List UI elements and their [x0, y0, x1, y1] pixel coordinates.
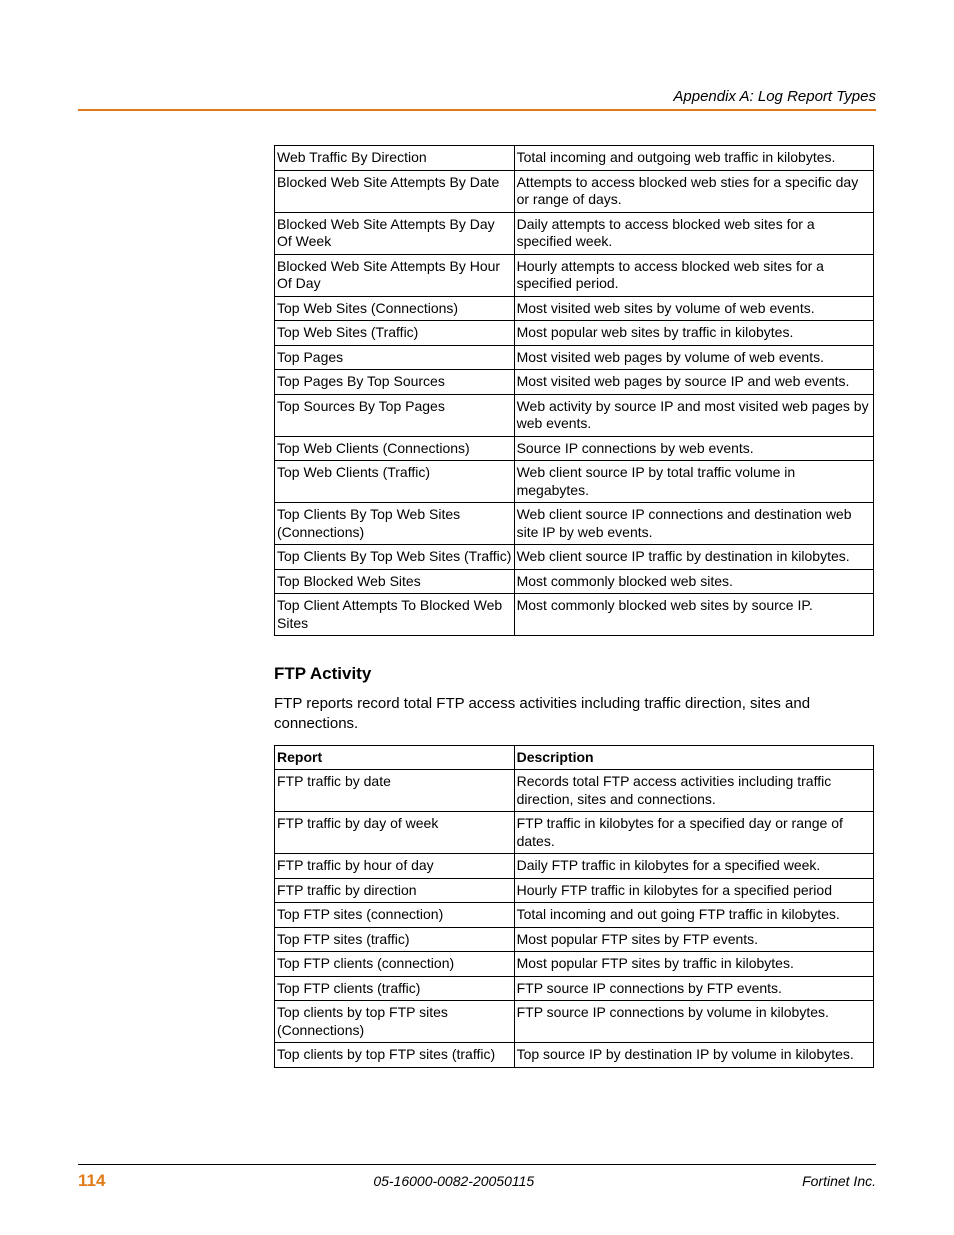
table-row: Blocked Web Site Attempts By Hour Of Day… — [275, 254, 874, 296]
header-title: Appendix A: Log Report Types — [78, 88, 876, 105]
report-cell: Top clients by top FTP sites (Connection… — [275, 1001, 515, 1043]
table-header-row: Report Description — [275, 745, 874, 770]
desc-cell: Most visited web pages by volume of web … — [514, 345, 873, 370]
table-row: FTP traffic by hour of dayDaily FTP traf… — [275, 854, 874, 879]
desc-cell: Attempts to access blocked web sties for… — [514, 170, 873, 212]
report-cell: Top FTP clients (traffic) — [275, 976, 515, 1001]
ftp-activity-heading: FTP Activity — [274, 664, 874, 684]
table-row: Top Pages By Top SourcesMost visited web… — [275, 370, 874, 395]
report-cell: Top Web Sites (Traffic) — [275, 321, 515, 346]
report-cell: Web Traffic By Direction — [275, 146, 515, 171]
report-cell: Top Web Sites (Connections) — [275, 296, 515, 321]
table-row: Top Clients By Top Web Sites (Traffic)We… — [275, 545, 874, 570]
table-row: Top Sources By Top PagesWeb activity by … — [275, 394, 874, 436]
desc-cell: Most commonly blocked web sites by sourc… — [514, 594, 873, 636]
desc-cell: Records total FTP access activities incl… — [514, 770, 873, 812]
report-cell: Top Web Clients (Traffic) — [275, 461, 515, 503]
desc-cell: FTP source IP connections by volume in k… — [514, 1001, 873, 1043]
report-cell: Blocked Web Site Attempts By Date — [275, 170, 515, 212]
table-row: Blocked Web Site Attempts By Day Of Week… — [275, 212, 874, 254]
page-content: Web Traffic By DirectionTotal incoming a… — [274, 145, 874, 1068]
report-cell: Top Clients By Top Web Sites (Connection… — [275, 503, 515, 545]
report-cell: Top Pages — [275, 345, 515, 370]
desc-cell: Most visited web sites by volume of web … — [514, 296, 873, 321]
table-row: Top Web Clients (Connections)Source IP c… — [275, 436, 874, 461]
report-cell: Top Web Clients (Connections) — [275, 436, 515, 461]
footer-doc-id: 05-16000-0082-20050115 — [373, 1173, 534, 1189]
report-cell: FTP traffic by direction — [275, 878, 515, 903]
desc-cell: FTP traffic in kilobytes for a specified… — [514, 812, 873, 854]
desc-cell: Hourly FTP traffic in kilobytes for a sp… — [514, 878, 873, 903]
desc-cell: Most visited web pages by source IP and … — [514, 370, 873, 395]
desc-cell: Most popular web sites by traffic in kil… — [514, 321, 873, 346]
table-row: Top Blocked Web SitesMost commonly block… — [275, 569, 874, 594]
report-cell: Top FTP sites (traffic) — [275, 927, 515, 952]
desc-cell: Source IP connections by web events. — [514, 436, 873, 461]
report-cell: FTP traffic by hour of day — [275, 854, 515, 879]
report-cell: Blocked Web Site Attempts By Hour Of Day — [275, 254, 515, 296]
table-row: FTP traffic by day of weekFTP traffic in… — [275, 812, 874, 854]
desc-cell: Daily FTP traffic in kilobytes for a spe… — [514, 854, 873, 879]
desc-cell: Top source IP by destination IP by volum… — [514, 1043, 873, 1068]
web-activity-table: Web Traffic By DirectionTotal incoming a… — [274, 145, 874, 636]
page-footer: 114 05-16000-0082-20050115 Fortinet Inc. — [78, 1164, 876, 1191]
table-row: Blocked Web Site Attempts By DateAttempt… — [275, 170, 874, 212]
report-cell: FTP traffic by date — [275, 770, 515, 812]
desc-cell: Total incoming and out going FTP traffic… — [514, 903, 873, 928]
table-row: Top FTP clients (traffic)FTP source IP c… — [275, 976, 874, 1001]
report-cell: Top Blocked Web Sites — [275, 569, 515, 594]
report-cell: Top Client Attempts To Blocked Web Sites — [275, 594, 515, 636]
page-header: Appendix A: Log Report Types — [78, 88, 876, 111]
table-row: Top Web Sites (Connections)Most visited … — [275, 296, 874, 321]
header-report: Report — [275, 745, 515, 770]
report-cell: Top Pages By Top Sources — [275, 370, 515, 395]
table-row: Web Traffic By DirectionTotal incoming a… — [275, 146, 874, 171]
report-cell: Top clients by top FTP sites (traffic) — [275, 1043, 515, 1068]
desc-cell: Hourly attempts to access blocked web si… — [514, 254, 873, 296]
desc-cell: Web client source IP by total traffic vo… — [514, 461, 873, 503]
table-row: Top Client Attempts To Blocked Web Sites… — [275, 594, 874, 636]
desc-cell: Most popular FTP sites by FTP events. — [514, 927, 873, 952]
report-cell: Blocked Web Site Attempts By Day Of Week — [275, 212, 515, 254]
desc-cell: Most commonly blocked web sites. — [514, 569, 873, 594]
footer-company: Fortinet Inc. — [802, 1173, 876, 1189]
ftp-activity-intro: FTP reports record total FTP access acti… — [274, 694, 874, 735]
desc-cell: Web client source IP connections and des… — [514, 503, 873, 545]
report-cell: Top Clients By Top Web Sites (Traffic) — [275, 545, 515, 570]
table-row: Top FTP clients (connection)Most popular… — [275, 952, 874, 977]
desc-cell: Daily attempts to access blocked web sit… — [514, 212, 873, 254]
table-row: Top clients by top FTP sites (traffic)To… — [275, 1043, 874, 1068]
table-row: Top Web Clients (Traffic)Web client sour… — [275, 461, 874, 503]
document-page: Appendix A: Log Report Types Web Traffic… — [0, 0, 954, 1235]
table-row: Top FTP sites (traffic)Most popular FTP … — [275, 927, 874, 952]
desc-cell: Web activity by source IP and most visit… — [514, 394, 873, 436]
report-cell: Top Sources By Top Pages — [275, 394, 515, 436]
page-number: 114 — [78, 1171, 105, 1191]
table-row: Top PagesMost visited web pages by volum… — [275, 345, 874, 370]
desc-cell: FTP source IP connections by FTP events. — [514, 976, 873, 1001]
report-cell: Top FTP sites (connection) — [275, 903, 515, 928]
ftp-activity-table: Report Description FTP traffic by dateRe… — [274, 745, 874, 1068]
table-row: Top clients by top FTP sites (Connection… — [275, 1001, 874, 1043]
desc-cell: Web client source IP traffic by destinat… — [514, 545, 873, 570]
table-row: Top FTP sites (connection)Total incoming… — [275, 903, 874, 928]
desc-cell: Most popular FTP sites by traffic in kil… — [514, 952, 873, 977]
report-cell: FTP traffic by day of week — [275, 812, 515, 854]
table-row: Top Clients By Top Web Sites (Connection… — [275, 503, 874, 545]
desc-cell: Total incoming and outgoing web traffic … — [514, 146, 873, 171]
table-row: FTP traffic by dateRecords total FTP acc… — [275, 770, 874, 812]
table-row: FTP traffic by directionHourly FTP traff… — [275, 878, 874, 903]
header-description: Description — [514, 745, 873, 770]
table-row: Top Web Sites (Traffic)Most popular web … — [275, 321, 874, 346]
report-cell: Top FTP clients (connection) — [275, 952, 515, 977]
